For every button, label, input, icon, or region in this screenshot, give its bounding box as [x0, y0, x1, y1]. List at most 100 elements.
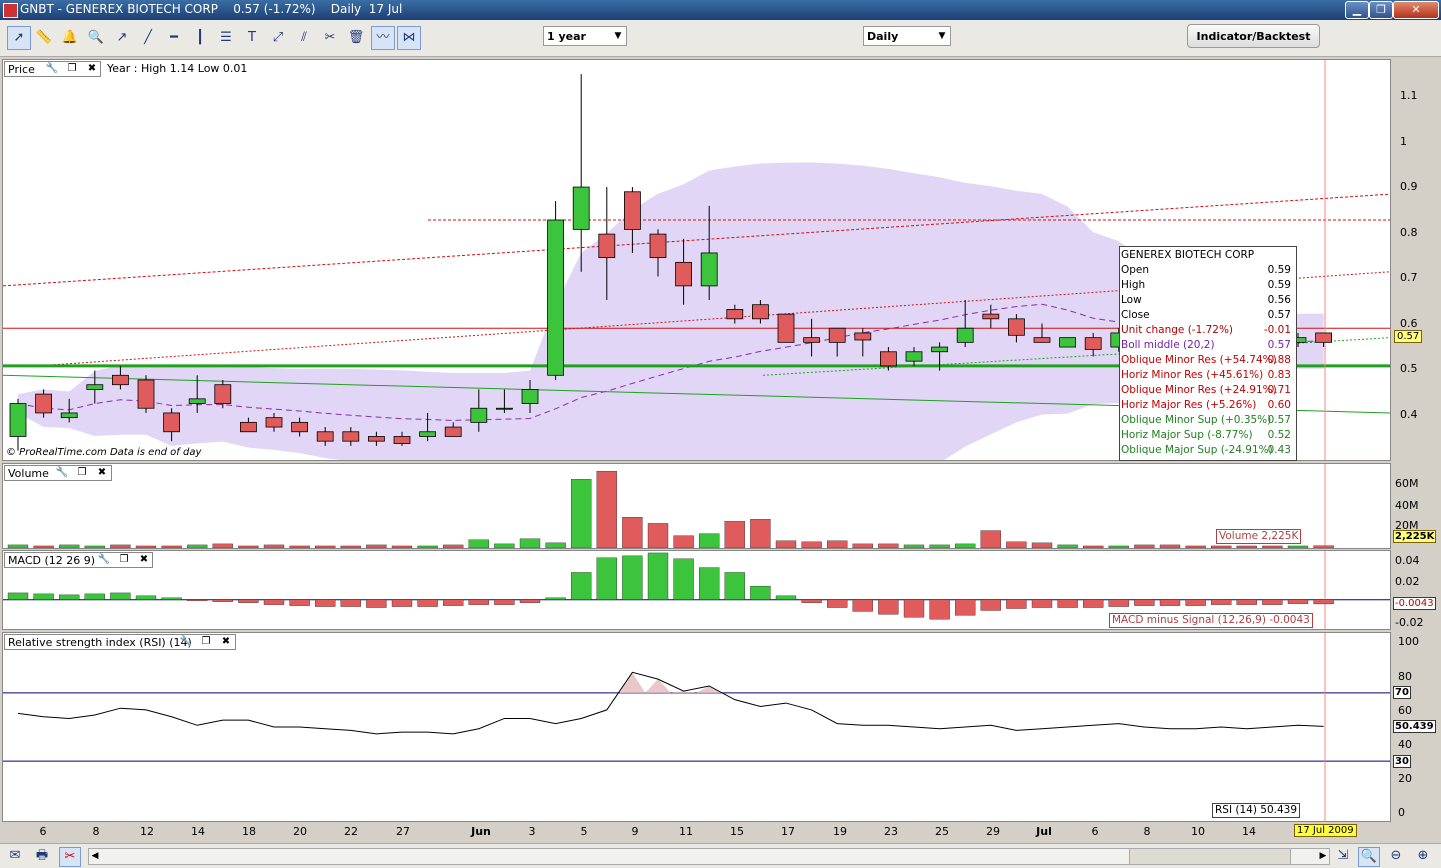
window-icon[interactable]: ❐	[199, 635, 213, 649]
info-row: Horiz Major Res (+5.26%) 0.60	[1121, 398, 1293, 413]
restore-button[interactable]: ❐	[1369, 1, 1393, 19]
zoom-box-icon[interactable]: 🔍	[1358, 847, 1380, 867]
close-icon[interactable]: ✖	[85, 62, 99, 76]
pointer-icon[interactable]: ➚	[7, 26, 31, 50]
channel-icon[interactable]: ⫽	[293, 27, 315, 49]
zoom-icon[interactable]: 🔍	[85, 27, 107, 49]
close-button[interactable]: ✕	[1393, 1, 1439, 19]
ruler-icon[interactable]: 📏	[33, 27, 55, 49]
info-row-label: Unit change (-1.72%)	[1121, 324, 1234, 336]
macd-bar	[468, 599, 489, 605]
last-price-tag: 0.57	[1394, 330, 1423, 343]
alert-bell-icon[interactable]: 🔔	[59, 27, 81, 49]
close-icon[interactable]: ✖	[137, 553, 151, 567]
wrench-icon[interactable]: 🔧	[179, 635, 193, 649]
candle-body	[86, 384, 104, 390]
volume-bar	[59, 544, 80, 548]
wrench-icon[interactable]: 🔧	[55, 466, 69, 480]
macd-bar	[443, 599, 464, 606]
macd-bar	[33, 593, 54, 600]
info-row: Oblique Minor Res (+24.91%) 0.71	[1121, 383, 1293, 398]
title-bar: GNBT - GENEREX BIOTECH CORP 0.57 (-1.72%…	[0, 0, 1441, 20]
auto-trend-icon[interactable]: ⋈	[397, 26, 421, 50]
interval-select[interactable]: Daily ▼	[863, 26, 951, 46]
volume-bar	[7, 544, 29, 548]
scroll-left-icon[interactable]: ◀	[89, 849, 101, 864]
candle-body	[137, 379, 155, 409]
print-icon[interactable]: 🖶	[32, 847, 52, 865]
fibonacci-icon[interactable]: ☰	[215, 27, 237, 49]
info-row-value: 0.57	[1267, 339, 1291, 351]
macd-tick: 0.02	[1395, 575, 1420, 588]
candle-body	[60, 412, 78, 419]
macd-bar	[1031, 599, 1053, 608]
info-row: Open 0.59	[1121, 263, 1293, 278]
window-icon[interactable]: ❐	[65, 62, 79, 76]
info-row-value: 0.43	[1267, 444, 1291, 456]
price-tick: 0.5	[1400, 362, 1418, 375]
volume-panel[interactable]: Volume 🔧 ❐ ✖ Volume 2,225K	[2, 463, 1391, 549]
candle-body	[214, 384, 232, 404]
x-tick-label: 6	[39, 825, 47, 838]
candle-body	[675, 261, 692, 287]
arrow-icon[interactable]: ⤢	[267, 27, 289, 49]
indicator-icon[interactable]: 〰	[371, 26, 395, 50]
info-row-value: -0.01	[1263, 324, 1291, 336]
period-select[interactable]: 1 year ▼	[543, 26, 627, 46]
window-icon[interactable]: ❐	[75, 466, 89, 480]
info-row-label: Horiz Major Res (+5.26%)	[1121, 399, 1257, 411]
volume-bar	[545, 542, 566, 548]
volume-bar	[1057, 544, 1078, 548]
horizontal-scrollbar[interactable]: ◀ ▶	[88, 848, 1330, 865]
macd-bar	[1083, 599, 1104, 608]
macd-bar	[545, 597, 566, 600]
macd-bar	[750, 585, 771, 600]
app-icon	[3, 3, 18, 18]
volume-last-tag: 2,225K	[1393, 530, 1437, 543]
indicator-backtest-button[interactable]: Indicator/Backtest	[1187, 24, 1320, 48]
macd-bar	[417, 599, 438, 607]
minimize-button[interactable]: ▁	[1345, 1, 1369, 19]
text-icon[interactable]: T	[241, 27, 263, 49]
candle-body	[752, 304, 769, 320]
window-icon[interactable]: ❐	[117, 553, 131, 567]
close-icon[interactable]: ✖	[95, 466, 109, 480]
info-row: Close 0.57	[1121, 308, 1293, 323]
volume-bar	[1134, 544, 1155, 548]
tools-icon[interactable]: ✂	[319, 27, 341, 49]
zoom-out-icon[interactable]: ⊖	[1386, 847, 1406, 865]
price-tick: 0.7	[1400, 271, 1418, 284]
trash-icon[interactable]: 🗑	[345, 27, 367, 49]
mail-icon[interactable]: ✉	[5, 847, 25, 865]
macd-bar	[84, 593, 105, 600]
volume-bar	[647, 523, 669, 548]
macd-tick: 0.04	[1395, 554, 1420, 567]
scissors-icon[interactable]: ✂	[59, 847, 81, 867]
rsi-panel[interactable]: Relative strength index (RSI) (14) 🔧 ❐ ✖…	[2, 632, 1391, 822]
macd-bar	[494, 599, 515, 605]
scroll-right-icon[interactable]: ▶	[1317, 849, 1329, 864]
macd-panel[interactable]: MACD (12 26 9) 🔧 ❐ ✖ MACD minus Signal (…	[2, 550, 1391, 630]
volume-bar	[1159, 544, 1181, 548]
vertical-line-icon[interactable]: ┃	[189, 27, 211, 49]
pan-icon[interactable]: ⇲	[1333, 847, 1353, 865]
close-icon[interactable]: ✖	[219, 635, 233, 649]
wrench-icon[interactable]: 🔧	[97, 553, 111, 567]
macd-bar	[366, 599, 387, 608]
info-row-value: 0.56	[1267, 294, 1291, 306]
candle-body	[803, 337, 820, 343]
trendline-icon[interactable]: ╱	[137, 27, 159, 49]
candle-body	[726, 309, 744, 320]
line-icon[interactable]: ↗	[111, 27, 133, 49]
period-select-value: 1 year	[547, 30, 586, 43]
scrollbar-thumb[interactable]	[1129, 849, 1291, 864]
macd-bar	[1108, 599, 1129, 607]
info-row: Oblique Minor Sup (+0.35%) 0.57	[1121, 413, 1293, 428]
candle-body	[112, 374, 129, 386]
price-tick: 1.1	[1400, 89, 1418, 102]
zoom-in-icon[interactable]: ⊕	[1413, 847, 1433, 865]
wrench-icon[interactable]: 🔧	[45, 62, 59, 76]
info-row-label: Low	[1121, 294, 1142, 306]
x-tick-label: 10	[1191, 825, 1205, 838]
horizontal-line-icon[interactable]: ━	[163, 27, 185, 49]
